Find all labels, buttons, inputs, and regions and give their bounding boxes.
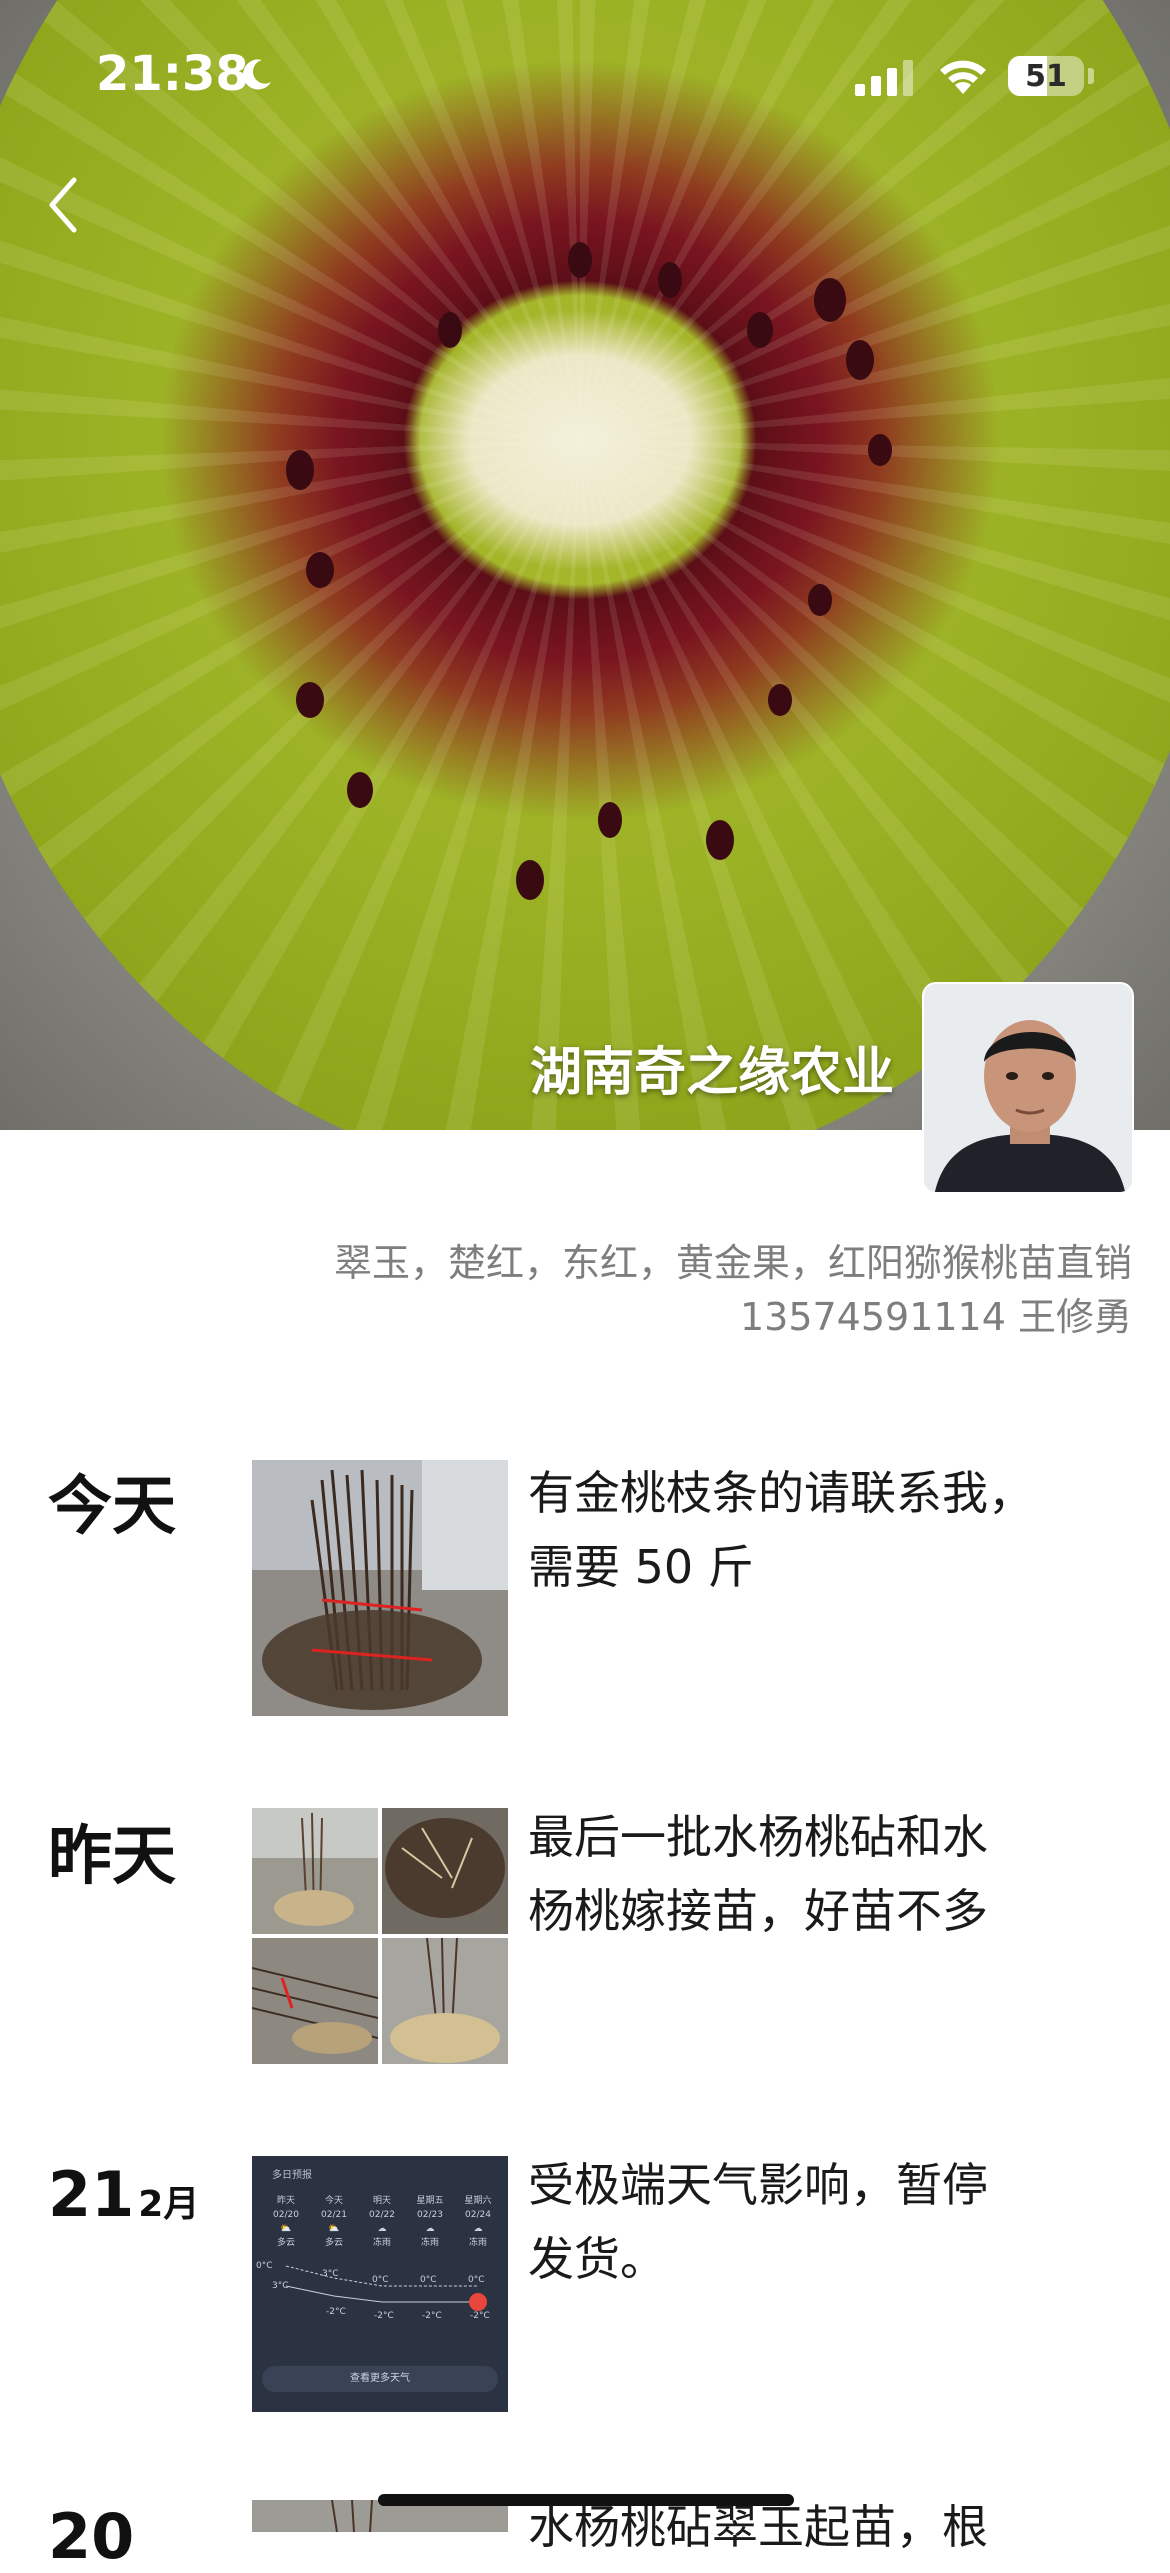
cover-photo[interactable]: 21:38 51 湖南奇之缘农业 <box>0 0 1170 1130</box>
weather-day: 星期六 02/24 ☁ 冻雨 <box>464 2196 492 2248</box>
weather-low-label: -2°C <box>326 2307 346 2317</box>
weather-more-button: 查看更多天气 <box>262 2366 498 2392</box>
wifi-icon <box>940 60 986 94</box>
post-text-line: 需要 50 斤 <box>528 1540 754 1594</box>
signature-line-1: 翠玉，楚红，东红，黄金果，红阳猕猴桃苗直销 <box>333 1241 1132 1285</box>
post-thumbnail[interactable] <box>252 1460 508 1716</box>
grid-photo <box>382 1938 508 2064</box>
post-thumbnail[interactable]: 多日预报 昨天 02/20 ⛅ 多云 今天 02/21 ⛅ 多云 明天 02/22 ☁ 冻雨 星期… <box>252 2156 508 2412</box>
post-text-line: 最后一批水杨桃砧和水 <box>528 1810 988 1864</box>
weather-title: 多日预报 <box>272 2170 312 2181</box>
post-date: 21 2月 <box>48 2158 199 2231</box>
avatar[interactable] <box>922 982 1134 1194</box>
weather-low-label: 3°C <box>272 2281 289 2291</box>
status-time: 21:38 <box>96 46 249 102</box>
weather-high-label: 0°C <box>256 2261 273 2271</box>
post-text-line: 受极端天气影响，暂停 <box>528 2158 988 2212</box>
weather-temp-graph: 0°C 3°C 0°C 0°C 0°C 3°C -2°C -2°C -2°C -… <box>256 2261 490 2321</box>
battery-icon: 51 <box>1008 56 1084 96</box>
home-indicator[interactable] <box>378 2494 794 2506</box>
weather-low-label: -2°C <box>374 2311 394 2321</box>
post-day-number: 20 <box>48 2500 135 2573</box>
kiwi-seeds-image <box>286 242 892 900</box>
post-text-line: 发货。 <box>528 2232 666 2286</box>
battery-percent: 51 <box>1025 58 1067 94</box>
moon-icon <box>243 59 271 90</box>
profile-name: 湖南奇之缘农业 <box>529 1043 894 1103</box>
signal-icon <box>855 60 913 96</box>
weather-high-label: 0°C <box>372 2275 389 2285</box>
post-text-line: 杨桃嫁接苗，好苗不多 <box>528 1884 988 1938</box>
post-day-label: 今天 <box>48 1470 176 1544</box>
weather-high-label: 0°C <box>468 2275 485 2285</box>
signature-line-2: 13574591114 王修勇 <box>739 1295 1132 1339</box>
weather-day: 今天 02/21 ⛅ 多云 <box>321 2196 347 2248</box>
post-day-label: 昨天 <box>48 1820 176 1894</box>
post-text[interactable]: 最后一批水杨桃砧和水 杨桃嫁接苗，好苗不多 <box>528 1800 1088 1948</box>
back-arrow-icon[interactable] <box>40 170 90 240</box>
seedling-bundle-image <box>252 1460 508 1716</box>
weather-day: 昨天 02/20 ⛅ 多云 <box>273 2196 299 2248</box>
battery-tip <box>1088 68 1094 84</box>
weather-day: 星期五 02/23 ☁ 冻雨 <box>416 2196 444 2248</box>
weather-high-label: 0°C <box>420 2275 437 2285</box>
weather-high-label: 3°C <box>322 2269 339 2279</box>
weather-screenshot: 多日预报 昨天 02/20 ⛅ 多云 今天 02/21 ⛅ 多云 明天 02/22 ☁ 冻雨 星期… <box>252 2156 508 2412</box>
profile-signature: 翠玉，楚红，东红，黄金果，红阳猕猴桃苗直销 13574591114 王修勇 <box>132 1236 1132 1344</box>
grid-photo <box>252 1808 378 1934</box>
post-month: 2月 <box>138 2184 200 2225</box>
weather-low-label: -2°C <box>470 2311 490 2321</box>
grid-photo <box>252 1938 378 2064</box>
grid-photo <box>382 1808 508 1934</box>
post-text-line: 有金桃枝条的请联系我， <box>528 1466 1034 1520</box>
post-text[interactable]: 有金桃枝条的请联系我， 需要 50 斤 <box>528 1456 1088 1604</box>
post-day-number: 21 <box>48 2158 135 2231</box>
weather-low-label: -2°C <box>422 2311 442 2321</box>
avatar-portrait-image <box>924 984 1132 1192</box>
post-thumbnail-grid[interactable] <box>252 1808 508 2064</box>
post-text[interactable]: 受极端天气影响，暂停 发货。 <box>528 2148 1088 2296</box>
weather-day: 明天 02/22 ☁ 冻雨 <box>369 2196 395 2248</box>
